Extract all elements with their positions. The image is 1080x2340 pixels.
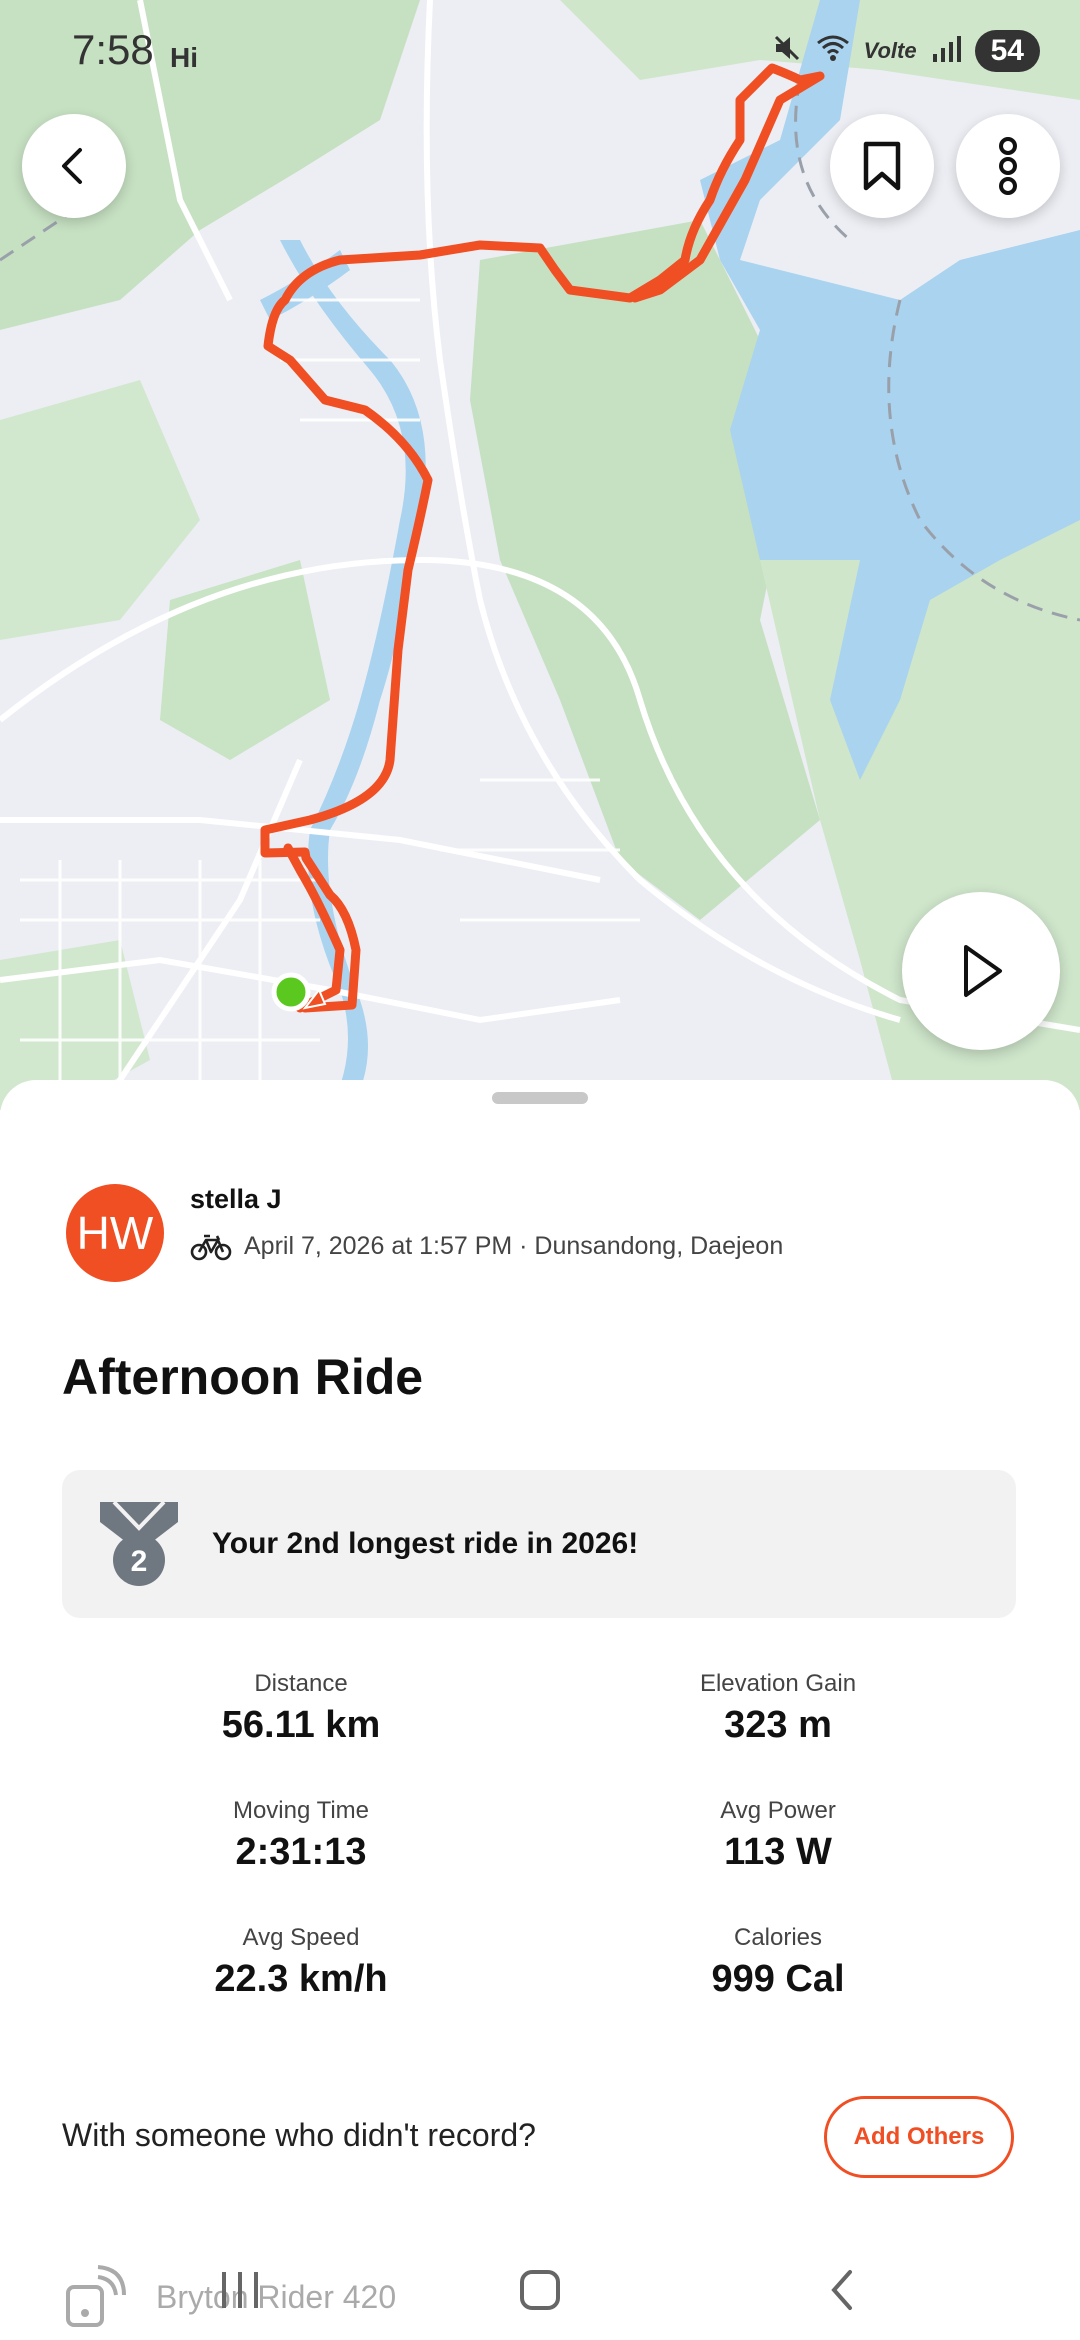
stat-moving-time: Moving Time 2:31:13: [101, 1797, 501, 1874]
activity-title: Afternoon Ride: [62, 1349, 424, 1405]
stat-value: 22.3 km/h: [214, 1958, 388, 2000]
system-navigation-bar: [0, 2240, 1080, 2340]
stat-label: Elevation Gain: [699, 1670, 857, 1697]
stat-label: Calories: [733, 1924, 823, 1951]
stat-value: 2:31:13: [235, 1831, 367, 1873]
status-time: 7:58: [72, 26, 154, 73]
network-label: Volte: [863, 38, 917, 63]
stat-avg-power: Avg Power 113 W: [578, 1797, 978, 1874]
sheet-grabber[interactable]: [492, 1092, 588, 1104]
play-icon: [964, 945, 1002, 997]
status-bar: 7:58 Hi Volte 54: [0, 0, 1080, 100]
status-carrier-tag: Hi: [170, 42, 198, 73]
more-options-button[interactable]: [956, 114, 1060, 218]
chevron-left-icon: [62, 148, 82, 184]
recent-apps-button[interactable]: [210, 2260, 270, 2320]
save-route-button[interactable]: [830, 114, 934, 218]
stat-value: 56.11 km: [221, 1704, 381, 1746]
stat-label: Distance: [254, 1670, 348, 1697]
achievement-text: Your 2nd longest ride in 2026!: [212, 1527, 639, 1560]
stat-label: Moving Time: [232, 1797, 370, 1824]
add-others-button[interactable]: Add Others: [824, 2096, 1014, 2178]
stat-value: 323 m: [724, 1704, 832, 1746]
medal-icon: 2: [100, 1500, 178, 1586]
stat-calories: Calories 999 Cal: [578, 1924, 978, 2001]
battery-indicator: 54: [974, 30, 1040, 72]
home-icon: [520, 2270, 560, 2310]
system-back-button[interactable]: [812, 2260, 872, 2320]
mute-icon: [772, 33, 802, 69]
activity-meta: April 7, 2026 at 1:57 PM · Dunsandong, D…: [190, 1232, 783, 1261]
back-button[interactable]: [22, 114, 126, 218]
stat-distance: Distance 56.11 km: [101, 1670, 501, 1747]
stat-label: Avg Power: [720, 1797, 836, 1824]
stat-label: Avg Speed: [242, 1924, 360, 1951]
chevron-left-icon: [831, 2270, 852, 2310]
stat-elevation-gain: Elevation Gain 323 m: [578, 1670, 978, 1747]
achievement-card[interactable]: 2 Your 2nd longest ride in 2026!: [62, 1470, 1016, 1618]
with-others-prompt: With someone who didn't record?: [62, 2117, 536, 2153]
wifi-icon: [816, 33, 850, 69]
activity-date-location: April 7, 2026 at 1:57 PM · Dunsandong, D…: [244, 1232, 784, 1260]
bookmark-icon: [863, 141, 901, 191]
stat-value: 999 Cal: [711, 1958, 845, 2000]
route-start-marker: [271, 972, 311, 1012]
stat-avg-speed: Avg Speed 22.3 km/h: [101, 1924, 501, 2001]
bike-icon: [190, 1234, 232, 1260]
activity-sheet: HW stella J April 7, 2026 at 1:57 PM · D…: [0, 1080, 1080, 2340]
signal-icon: [931, 34, 961, 68]
stat-value: 113 W: [724, 1831, 832, 1873]
more-vertical-icon: [999, 137, 1017, 195]
recents-icon: [222, 2272, 258, 2308]
medal-number: 2: [131, 1545, 148, 1578]
home-button[interactable]: [510, 2260, 570, 2320]
athlete-name[interactable]: stella J: [190, 1184, 282, 1215]
play-flyover-button[interactable]: [902, 892, 1060, 1050]
avatar[interactable]: HW: [66, 1184, 164, 1282]
